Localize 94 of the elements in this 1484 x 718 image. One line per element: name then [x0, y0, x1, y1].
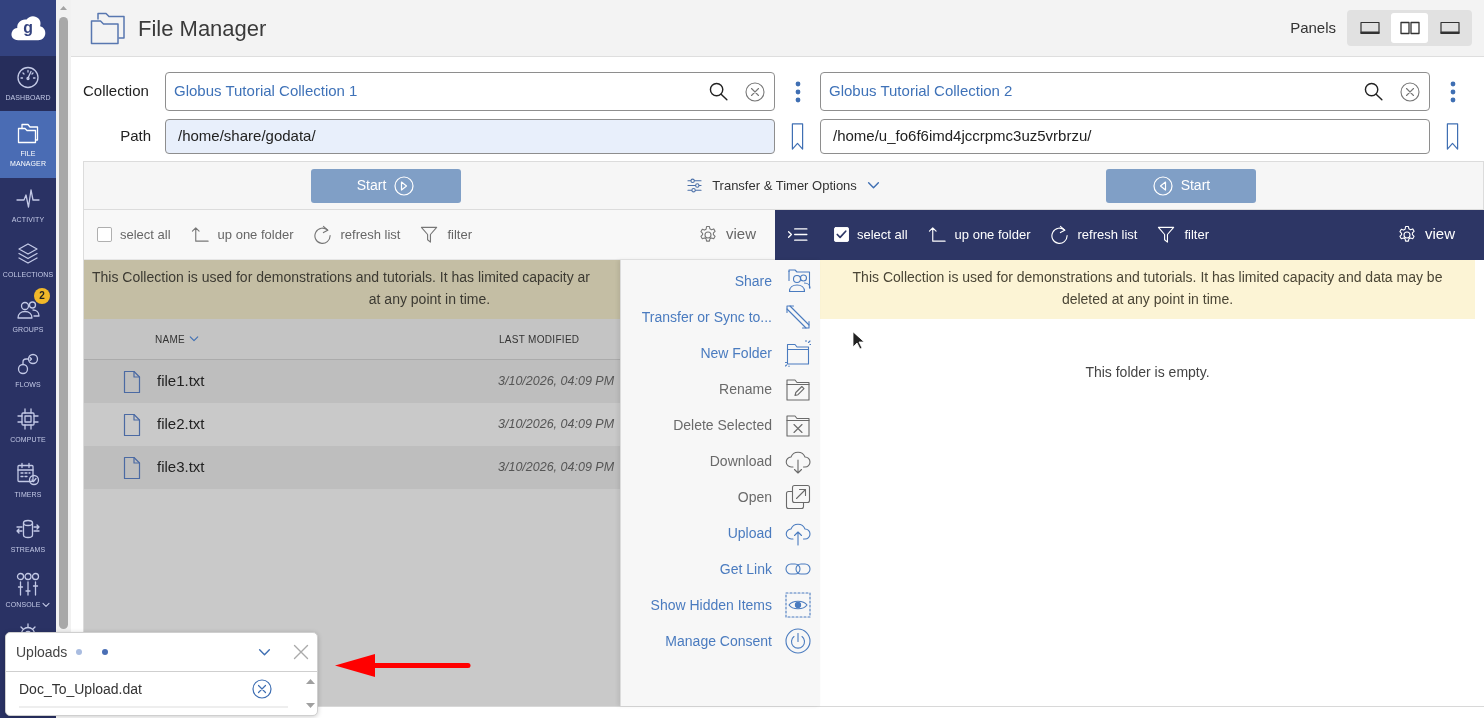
file-name: file1.txt	[157, 371, 206, 392]
chevron-down-icon	[189, 334, 200, 344]
file-icon	[123, 455, 141, 480]
folders-icon	[90, 11, 126, 45]
left-play-circle-icon	[1152, 175, 1173, 196]
file-name: file3.txt	[157, 457, 206, 478]
diagonal-arrows-icon	[785, 303, 811, 331]
chip-icon	[16, 406, 40, 431]
search-icon	[709, 82, 728, 101]
notice-text: This Collection is used for demonstrations and tutorials. It has limited capacity ar	[92, 268, 590, 287]
bookmark-icon	[1446, 122, 1459, 151]
menu-icon	[787, 227, 808, 242]
loading-dot-icon	[76, 649, 83, 655]
panel-layout-button[interactable]	[1391, 13, 1428, 43]
more-options-button[interactable]	[1449, 80, 1456, 103]
column-header[interactable]: NAME	[155, 331, 499, 347]
sliders-icon	[16, 571, 40, 596]
checkbox[interactable]	[97, 227, 112, 242]
bookmark-button[interactable]	[1446, 122, 1459, 151]
kebab-icon	[1449, 80, 1456, 103]
app-logo[interactable]: g	[9, 14, 47, 42]
settings-icon	[698, 224, 718, 245]
bookmark-icon	[791, 122, 804, 151]
refresh-icon	[313, 225, 333, 244]
file-name: file2.txt	[157, 414, 206, 435]
bookmark-button[interactable]	[791, 122, 804, 151]
loading-dot-icon	[102, 649, 109, 655]
kebab-icon	[794, 80, 801, 103]
search-icon	[1364, 82, 1383, 101]
up-arrow-icon	[927, 225, 947, 244]
scrollbar[interactable]	[56, 0, 71, 632]
filter-icon	[420, 225, 440, 244]
menu-item[interactable]: Share	[621, 263, 820, 299]
power-icon	[785, 627, 811, 655]
notice-text: This Collection is used for demonstrations and tutorials. It has limited capacity and data may be deleted at any point in time.	[851, 268, 1444, 309]
path-label: Path	[119, 126, 152, 147]
collection-field[interactable]: Globus Tutorial Collection 1	[165, 72, 775, 111]
flow-icon	[16, 351, 40, 376]
refresh-button[interactable]: refresh list	[313, 224, 401, 245]
modified-date: 3/10/2026, 04:09 PM	[498, 416, 615, 434]
menu-item[interactable]: Transfer or Sync to...	[621, 299, 820, 335]
up-folder-button[interactable]: up one folder	[190, 224, 294, 245]
sliders-icon	[687, 178, 703, 193]
menu-item[interactable]: Upload	[621, 515, 820, 551]
upload-file-name: Doc_To_Upload.dat	[19, 679, 143, 699]
path-field[interactable]: /home/share/godata/	[165, 119, 775, 154]
column-header[interactable]: LAST MODIFIED	[499, 331, 580, 347]
modified-date: 3/10/2026, 04:09 PM	[498, 373, 615, 391]
menu-item[interactable]: Get Link	[621, 551, 820, 587]
modified-date: 3/10/2026, 04:09 PM	[498, 459, 615, 477]
external-link-icon	[785, 483, 811, 511]
page-title: File Manager	[138, 14, 267, 43]
clear-icon	[1400, 81, 1420, 102]
eye-icon	[785, 591, 811, 619]
more-options-button[interactable]	[794, 80, 801, 103]
filter-icon	[1157, 225, 1177, 244]
settings-icon	[1397, 224, 1417, 245]
layers-icon	[16, 241, 40, 266]
filter-button[interactable]: filter	[1157, 224, 1209, 245]
view-button[interactable]: view	[1397, 223, 1455, 246]
gauge-icon	[16, 64, 40, 89]
menu-item[interactable]: Manage Consent	[621, 623, 820, 659]
uploads-title: Uploads	[16, 642, 68, 662]
select-all-option[interactable]: select all	[834, 224, 908, 245]
empty-folder-message: This folder is empty.	[1084, 363, 1211, 382]
clear-icon	[745, 81, 765, 102]
close-icon	[293, 644, 309, 660]
file-icon	[123, 412, 141, 437]
up-folder-button[interactable]: up one folder	[927, 224, 1031, 245]
folder-sparkle-icon	[785, 339, 811, 367]
people-folder-icon	[785, 267, 811, 295]
collection-field[interactable]: Globus Tutorial Collection 2	[820, 72, 1430, 111]
collection-label: Collection	[83, 81, 150, 102]
play-circle-icon	[394, 175, 415, 196]
file-icon	[123, 369, 141, 394]
dual-panel-icon	[1399, 21, 1420, 35]
refresh-button[interactable]: refresh list	[1050, 224, 1138, 245]
refresh-icon	[1050, 225, 1070, 244]
up-arrow-icon	[190, 225, 210, 244]
single-panel-icon	[1439, 21, 1460, 35]
cancel-upload-button[interactable]	[252, 679, 272, 699]
notice-text: at any point in time.	[367, 290, 492, 309]
panels-label: Panels	[1290, 17, 1336, 38]
view-button[interactable]: view	[698, 223, 756, 246]
select-all-option[interactable]: select all	[97, 224, 171, 245]
filter-button[interactable]: filter	[420, 224, 472, 245]
calendar-check-icon	[16, 461, 40, 486]
cursor-icon	[852, 331, 864, 350]
transfer-options-button[interactable]: Transfer & Timer Options	[687, 175, 880, 196]
path-field[interactable]: /home/u_fo6f6imd4jccrpmc3uz5vrbrzu/	[820, 119, 1430, 154]
single-panel-icon	[1359, 21, 1380, 35]
circle-x-icon	[252, 679, 272, 699]
count-badge: 2	[34, 288, 50, 304]
menu-item[interactable]: Show Hidden Items	[621, 587, 820, 623]
